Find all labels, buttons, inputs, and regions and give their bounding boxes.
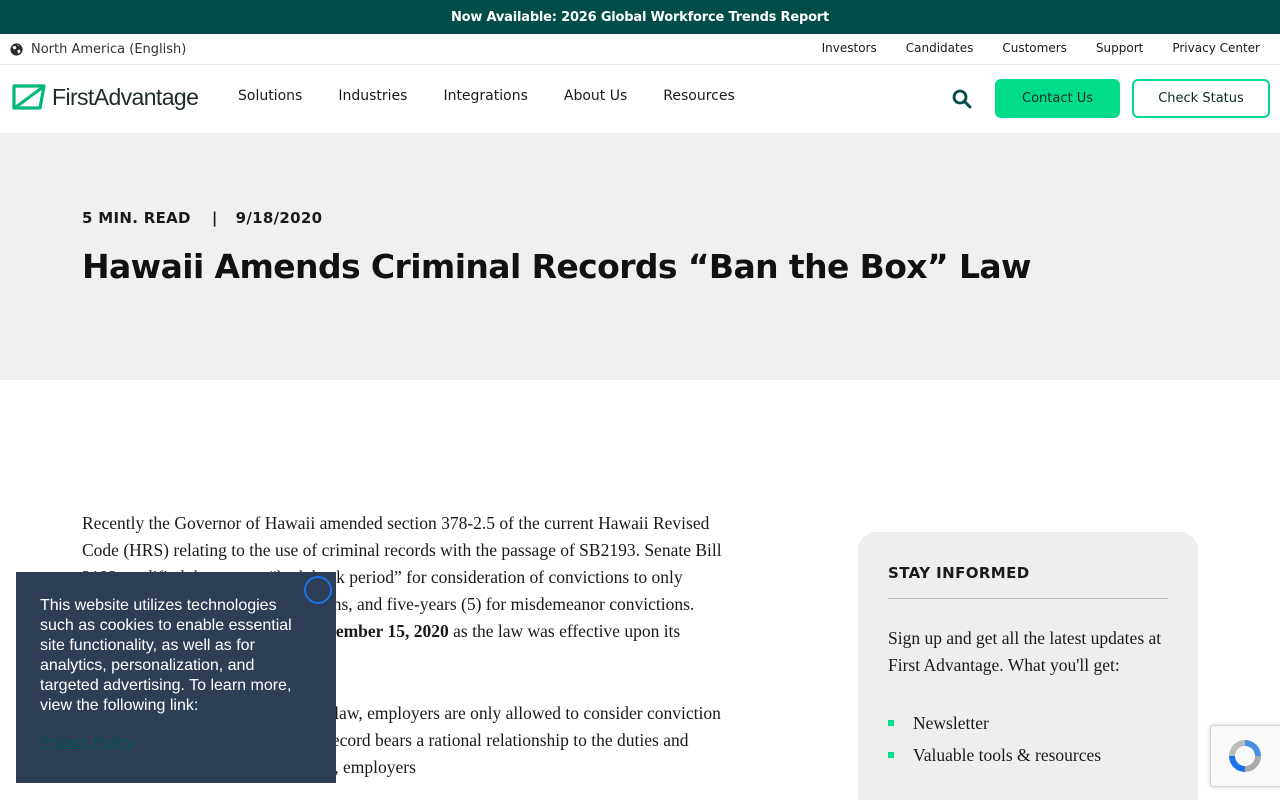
benefits-list: Newsletter Valuable tools & resources — [888, 707, 1168, 771]
recaptcha-badge[interactable] — [1210, 725, 1280, 787]
region-label: North America (English) — [31, 42, 187, 57]
region-selector[interactable]: North America (English) — [10, 42, 186, 57]
list-item: Valuable tools & resources — [888, 739, 1168, 771]
search-button[interactable] — [950, 87, 974, 111]
privacy-policy-link[interactable]: Privacy Policy — [40, 734, 312, 751]
contact-us-button[interactable]: Contact Us — [995, 79, 1120, 118]
site-logo[interactable]: FirstAdvantage — [10, 82, 199, 112]
logo-text: FirstAdvantage — [52, 83, 199, 110]
announcement-bar: Now Available: 2026 Global Workforce Tre… — [0, 0, 1280, 34]
recaptcha-icon — [1229, 740, 1261, 772]
stay-informed-card: STAY INFORMED Sign up and get all the la… — [858, 532, 1198, 800]
utility-links: Investors Candidates Customers Support P… — [793, 41, 1260, 55]
utility-bar: North America (English) Investors Candid… — [0, 34, 1280, 65]
logo-mark-icon — [12, 84, 46, 110]
cookie-close-button[interactable] — [304, 576, 332, 604]
util-link-candidates[interactable]: Candidates — [906, 41, 974, 55]
article-hero: 5 MIN. READ | 9/18/2020 Hawaii Amends Cr… — [0, 133, 1280, 380]
list-item-label: Newsletter — [913, 713, 989, 733]
meta-separator: | — [211, 209, 218, 227]
list-item: Newsletter — [888, 707, 1168, 739]
nav-item-industries[interactable]: Industries — [338, 88, 407, 104]
cookie-text: This website utilizes technologies such … — [40, 597, 292, 714]
cookie-banner: This website utilizes technologies such … — [16, 572, 336, 783]
util-link-customers[interactable]: Customers — [1002, 41, 1067, 55]
search-icon — [952, 89, 972, 109]
nav-item-integrations[interactable]: Integrations — [443, 88, 527, 104]
sidebar-description: Sign up and get all the latest updates a… — [888, 628, 1162, 675]
check-status-button[interactable]: Check Status — [1132, 79, 1270, 118]
nav-item-about-us[interactable]: About Us — [564, 88, 627, 104]
sidebar-heading: STAY INFORMED — [888, 564, 1168, 599]
util-link-privacy-center[interactable]: Privacy Center — [1172, 41, 1260, 55]
util-link-support[interactable]: Support — [1096, 41, 1143, 55]
read-time: 5 MIN. READ — [82, 209, 191, 227]
main-nav: FirstAdvantage Solutions Industries Inte… — [0, 65, 1280, 133]
bullet-icon — [888, 720, 894, 726]
bullet-icon — [888, 752, 894, 758]
nav-item-solutions[interactable]: Solutions — [238, 88, 302, 104]
article-title: Hawaii Amends Criminal Records “Ban the … — [82, 247, 1032, 286]
nav-menu: Solutions Industries Integrations About … — [238, 88, 771, 104]
util-link-investors[interactable]: Investors — [822, 41, 877, 55]
globe-icon — [10, 43, 23, 56]
publish-date: 9/18/2020 — [235, 209, 323, 227]
article-meta: 5 MIN. READ | 9/18/2020 — [82, 209, 322, 227]
list-item-label: Valuable tools & resources — [913, 745, 1102, 765]
announcement-link[interactable]: Now Available: 2026 Global Workforce Tre… — [451, 10, 829, 25]
nav-item-resources[interactable]: Resources — [663, 88, 735, 104]
